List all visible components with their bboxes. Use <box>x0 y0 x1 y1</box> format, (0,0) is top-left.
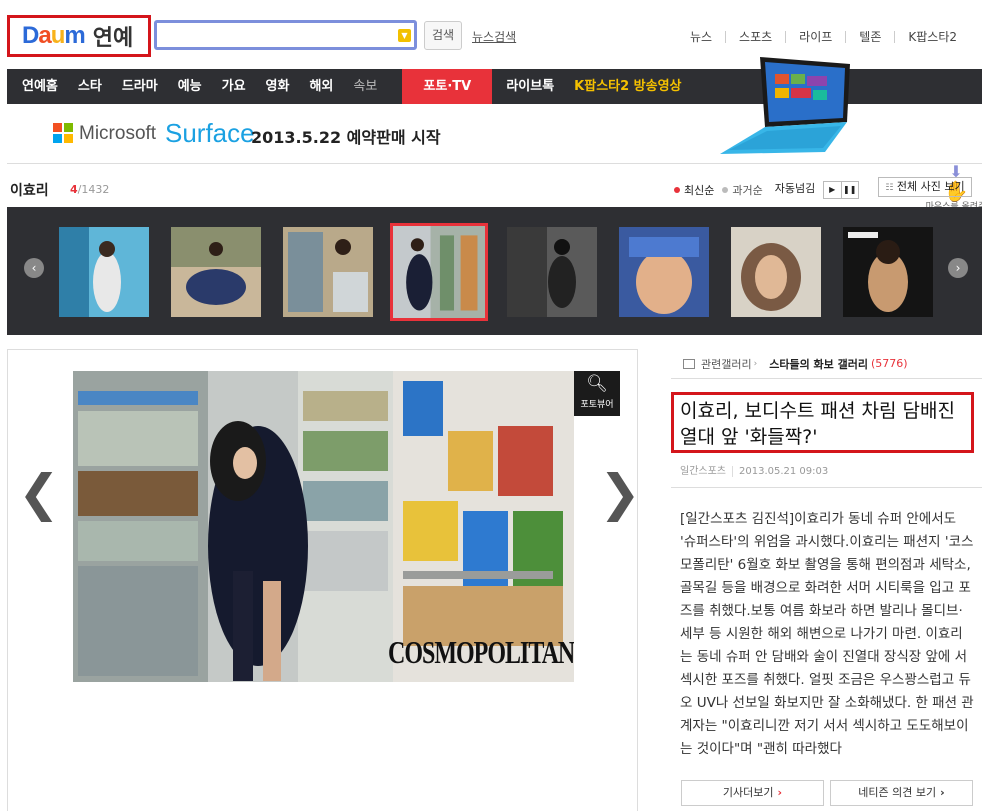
article-date: 2013.05.21 09:03 <box>732 466 829 477</box>
microsoft-logo-icon <box>53 123 73 143</box>
gallery-current: 4 <box>70 183 78 196</box>
comments-label: 네티즌 의견 보기 <box>858 786 937 799</box>
sort-oldest-label: 과거순 <box>732 183 763 197</box>
search-button[interactable]: 검색 <box>424 21 462 50</box>
top-links: 뉴스 스포츠 라이프 텔존 K팝스타2 <box>677 31 970 43</box>
gallery-total: /1432 <box>77 183 110 196</box>
nav-item-overseas[interactable]: 해외 <box>299 69 343 104</box>
main-photo-image <box>73 371 574 682</box>
sort-oldest[interactable]: 과거순 <box>722 182 763 198</box>
main-photo[interactable]: COSMOPOLITAN <box>73 371 574 682</box>
photo-prev-icon[interactable]: ❮ <box>18 468 60 518</box>
pause-icon[interactable]: ❚❚ <box>840 182 858 198</box>
related-gallery-label: 관련갤러리 <box>701 357 752 371</box>
main-photo-area: ❮ ❯ COSMOPOLITAN 🔍︎ 포토뷰어 <box>7 349 641 811</box>
ad-text: 2013.5.22 예약판매 시작 <box>251 128 441 147</box>
strip-next-icon[interactable]: › <box>948 258 968 278</box>
nav-item-star[interactable]: 스타 <box>68 69 112 104</box>
thumbnail[interactable] <box>843 227 933 317</box>
thumbnail[interactable] <box>171 227 261 317</box>
all-photos-label: 전체 사진 보기 <box>896 180 965 193</box>
article-source: 일간스포츠 <box>680 466 726 477</box>
sort-latest[interactable]: 최신순 <box>674 182 714 198</box>
thumbnail[interactable] <box>731 227 821 317</box>
nav-item-livetalk[interactable]: 라이브톡 <box>496 69 564 104</box>
related-gallery-name[interactable]: 스타들의 화보 갤러리 <box>769 356 868 372</box>
nav-item-home[interactable]: 연예홈 <box>7 69 68 104</box>
autoplay-label: 자동넘김 <box>774 182 816 195</box>
nav-item-movie[interactable]: 영화 <box>256 69 300 104</box>
related-gallery-count: (5776) <box>870 357 908 370</box>
grid-icon: ☷ <box>885 183 894 193</box>
top-link-news[interactable]: 뉴스 <box>677 31 725 43</box>
photo-watermark: COSMOPOLITAN <box>388 636 574 671</box>
play-icon[interactable]: ▶ <box>824 182 841 198</box>
nav-item-breaking[interactable]: 속보 <box>343 69 387 104</box>
article-body: [일간스포츠 김진석]이효리가 동네 슈퍼 안에서도 '슈퍼스타'의 위엄을 과… <box>671 487 982 770</box>
comments-button[interactable]: 네티즌 의견 보기 › <box>830 780 973 806</box>
chevron-right-icon: › <box>753 358 758 369</box>
chevron-down-icon[interactable]: ▼ <box>398 29 411 42</box>
search-icon: 🔍︎ <box>586 374 608 394</box>
selected-dot-icon <box>674 186 680 193</box>
search-input[interactable]: ▼ <box>154 20 417 50</box>
top-link-telzone[interactable]: 텔존 <box>845 31 894 43</box>
unselected-dot-icon <box>722 186 729 193</box>
all-photos-button[interactable]: ☷ 전체 사진 보기 <box>878 177 972 197</box>
article-headline: 이효리, 보디수트 패션 차림 담배진열대 앞 '화들짝?' <box>671 392 974 453</box>
photo-viewer-label: 포토뷰어 <box>580 400 614 410</box>
daum-logo-link[interactable]: Daum 연예 <box>7 15 151 57</box>
sort-controls: 최신순 과거순 자동넘김 ▶ ❚❚ <box>674 180 859 199</box>
read-more-label: 기사더보기 <box>722 786 774 799</box>
nav-item-music[interactable]: 가요 <box>212 69 256 104</box>
nav-item-photo-tv[interactable]: 포토·TV <box>402 69 493 104</box>
thumbnail-selected[interactable] <box>390 223 488 321</box>
photo-viewer-button[interactable]: 🔍︎ 포토뷰어 <box>574 371 620 416</box>
read-more-button[interactable]: 기사더보기 › <box>681 780 824 806</box>
thumbnail[interactable] <box>507 227 597 317</box>
section-title: 연예 <box>92 26 134 51</box>
surface-ad-banner[interactable]: Microsoft Surface 2013.5.22 예약판매 시작 ⬇ ✋ … <box>7 57 982 223</box>
news-search-link[interactable]: 뉴스검색 <box>472 28 516 45</box>
thumbnail[interactable] <box>619 227 709 317</box>
sort-latest-label: 최신순 <box>684 183 715 197</box>
top-link-sports[interactable]: 스포츠 <box>725 31 785 43</box>
chevron-right-icon: › <box>777 786 783 799</box>
related-gallery[interactable]: 관련갤러리 › 스타들의 화보 갤러리 (5776) <box>671 349 982 379</box>
nav-item-variety[interactable]: 예능 <box>168 69 212 104</box>
autoplay: 자동넘김 ▶ ❚❚ <box>775 180 859 199</box>
thumbnail[interactable] <box>59 227 149 317</box>
strip-prev-icon[interactable]: ‹ <box>24 258 44 278</box>
chevron-right-icon: › <box>940 786 945 799</box>
gallery-icon <box>683 358 695 369</box>
ad-brand: Microsoft <box>79 123 157 144</box>
photo-next-icon[interactable]: ❯ <box>599 468 641 518</box>
article-byline: 일간스포츠 2013.05.21 09:03 <box>680 462 829 477</box>
thumbnail-strip: ‹ › <box>7 207 982 335</box>
surface-tablet-image <box>720 57 850 154</box>
daum-logo: Daum <box>22 22 86 49</box>
nav-item-kpopstar-video[interactable]: K팝스타2 방송영상 <box>564 69 691 104</box>
gallery-name: 이효리 <box>10 183 49 199</box>
ad-product: Surface <box>165 118 255 148</box>
gallery-count: 4/1432 <box>70 183 109 196</box>
nav-item-drama[interactable]: 드라마 <box>112 69 168 104</box>
thumbnail[interactable] <box>283 227 373 317</box>
top-link-life[interactable]: 라이프 <box>785 31 845 43</box>
top-link-kpopstar2[interactable]: K팝스타2 <box>894 31 970 43</box>
